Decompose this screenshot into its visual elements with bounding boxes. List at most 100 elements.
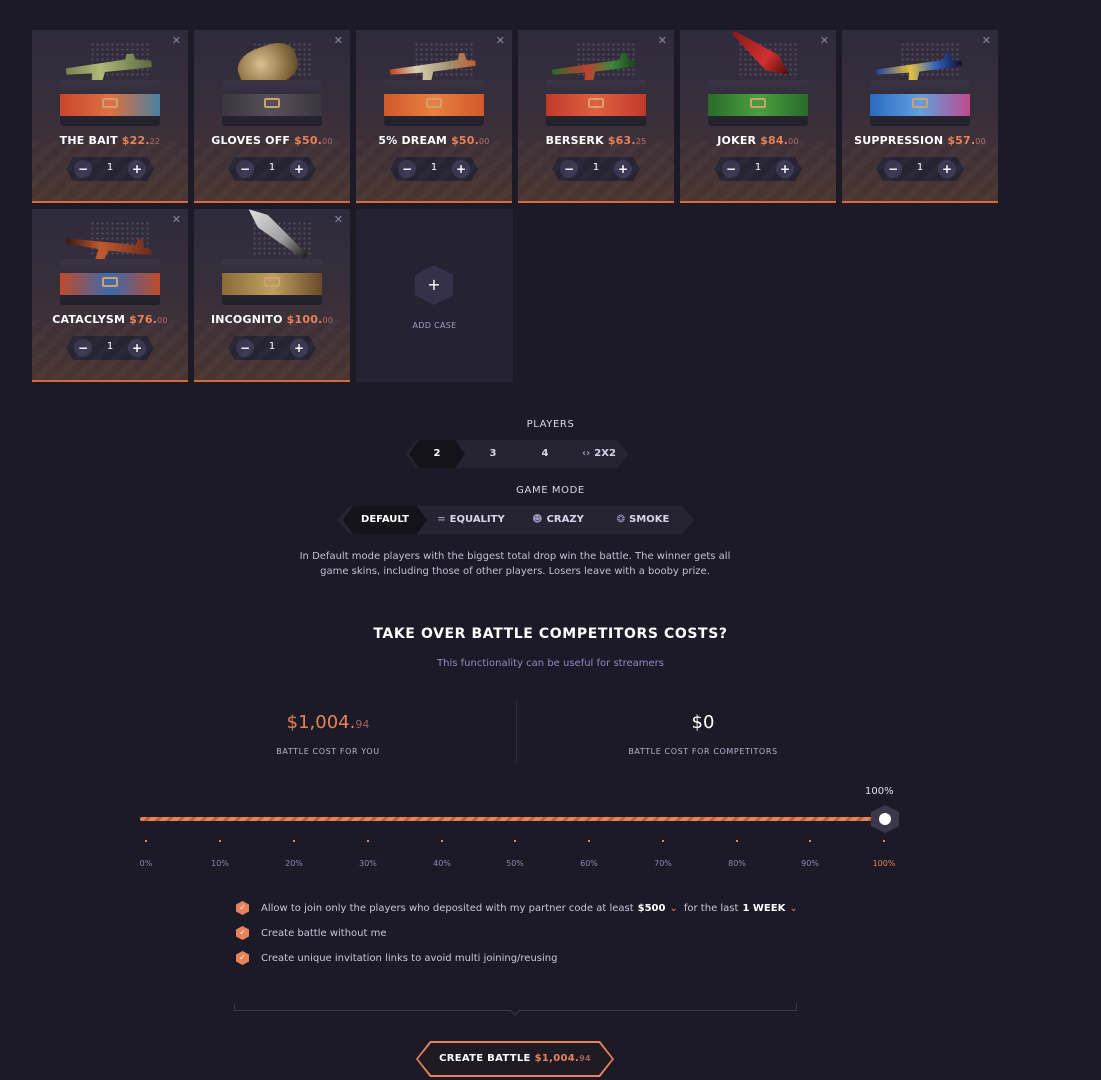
option-without-me: ✓ Create battle without me xyxy=(236,925,387,941)
case-image xyxy=(870,42,970,126)
quantity-stepper: − 1 + xyxy=(228,336,316,360)
remove-case-icon[interactable]: ✕ xyxy=(334,34,343,47)
case-card[interactable]: ✕ GLOVES OFF $50.00 − 1 + xyxy=(194,30,350,203)
remove-case-icon[interactable]: ✕ xyxy=(172,34,181,47)
cost-for-you-amount: $1,004.94 xyxy=(286,712,370,733)
remove-case-icon[interactable]: ✕ xyxy=(496,34,505,47)
chevron-down-icon[interactable]: ⌄ xyxy=(789,903,797,914)
increment-button[interactable]: + xyxy=(290,160,308,178)
case-name: GLOVES OFF xyxy=(211,134,291,147)
quantity-value: 1 xyxy=(430,162,438,173)
case-card[interactable]: ✕ BERSERK $63.25 − 1 + xyxy=(518,30,674,203)
players-option-2[interactable]: 2 xyxy=(409,440,465,468)
case-card[interactable]: ✕ INCOGNITO $100.00 − 1 + xyxy=(194,209,350,382)
decrement-button[interactable]: − xyxy=(74,160,92,178)
mode-description: In Default mode players with the biggest… xyxy=(299,551,731,577)
quantity-stepper: − 1 + xyxy=(552,157,640,181)
slider-track[interactable] xyxy=(140,817,885,821)
case-price: $22.22 xyxy=(121,134,161,147)
case-price: $50.00 xyxy=(294,134,333,147)
slider-tick: 90% xyxy=(790,840,830,870)
quantity-value: 1 xyxy=(592,162,600,173)
case-name: THE BAIT xyxy=(59,134,118,147)
players-label: PLAYERS xyxy=(526,419,575,430)
cost-for-competitors-label: BATTLE COST FOR COMPETITORS xyxy=(628,747,778,756)
remove-case-icon[interactable]: ✕ xyxy=(820,34,829,47)
decrement-button[interactable]: − xyxy=(236,160,254,178)
quantity-value: 1 xyxy=(268,162,276,173)
increment-button[interactable]: + xyxy=(614,160,632,178)
increment-button[interactable]: + xyxy=(128,160,146,178)
add-case-button[interactable]: + ADD CASE xyxy=(356,209,513,382)
chevron-down-icon[interactable]: ⌄ xyxy=(669,903,677,914)
increment-button[interactable]: + xyxy=(290,339,308,357)
case-card[interactable]: ✕ JOKER $84.00 − 1 + xyxy=(680,30,836,203)
quantity-value: 1 xyxy=(754,162,762,173)
increment-button[interactable]: + xyxy=(128,339,146,357)
checkbox-unique-links[interactable]: ✓ xyxy=(236,951,249,965)
case-image xyxy=(546,42,646,126)
slider-tick: 0% xyxy=(126,840,166,870)
case-card[interactable]: ✕ 5% DREAM $50.00 − 1 + xyxy=(356,30,512,203)
checkbox-deposit-restriction[interactable]: ✓ xyxy=(236,901,249,915)
case-card[interactable]: ✕ SUPPRESSION $57.00 − 1 + xyxy=(842,30,998,203)
increment-button[interactable]: + xyxy=(452,160,470,178)
slider-tick: 100% xyxy=(864,840,904,870)
decrement-button[interactable]: − xyxy=(74,339,92,357)
increment-button[interactable]: + xyxy=(938,160,956,178)
code-brackets-icon: ‹› xyxy=(582,448,591,459)
remove-case-icon[interactable]: ✕ xyxy=(658,34,667,47)
remove-case-icon[interactable]: ✕ xyxy=(982,34,991,47)
quantity-value: 1 xyxy=(106,341,114,352)
players-option-3[interactable]: 3 xyxy=(467,440,519,468)
players-selector: 2 3 4 ‹› 2X2 xyxy=(405,440,629,468)
slider-thumb[interactable] xyxy=(871,805,899,833)
case-image xyxy=(222,36,322,126)
create-battle-button[interactable]: CREATE BATTLE $1,004.94 xyxy=(416,1041,614,1077)
takeover-slider: 100% 0% 10% 20% 30% 40% 50% 60% 70% 80% … xyxy=(140,786,899,868)
remove-case-icon[interactable]: ✕ xyxy=(334,213,343,226)
slider-value-label: 100% xyxy=(865,786,894,797)
decrement-button[interactable]: − xyxy=(560,160,578,178)
decrement-button[interactable]: − xyxy=(398,160,416,178)
case-card[interactable]: ✕ THE BAIT $22.22 − 1 + xyxy=(32,30,188,203)
mode-option-crazy[interactable]: ☻ CRAZY xyxy=(519,506,597,534)
cost-for-you-label: BATTLE COST FOR YOU xyxy=(276,747,380,756)
quantity-stepper: − 1 + xyxy=(66,336,154,360)
takeover-title: TAKE OVER BATTLE COMPETITORS COSTS? xyxy=(373,626,728,642)
divider xyxy=(516,700,517,762)
players-option-4[interactable]: 4 xyxy=(519,440,571,468)
remove-case-icon[interactable]: ✕ xyxy=(172,213,181,226)
case-price: $76.00 xyxy=(129,313,168,326)
cost-for-competitors: $0 BATTLE COST FOR COMPETITORS xyxy=(553,712,853,756)
case-image xyxy=(384,42,484,126)
slider-tick: 50% xyxy=(495,840,535,870)
players-option-2x2[interactable]: ‹› 2X2 xyxy=(571,440,627,468)
case-card[interactable]: ✕ CATACLYSM $76.00 − 1 + xyxy=(32,209,188,382)
option-unique-links: ✓ Create unique invitation links to avoi… xyxy=(236,950,557,966)
case-name: 5% DREAM xyxy=(378,134,448,147)
case-name: JOKER xyxy=(717,134,757,147)
checkbox-without-me[interactable]: ✓ xyxy=(236,926,249,940)
mode-option-default[interactable]: DEFAULT xyxy=(343,506,427,534)
decrement-button[interactable]: − xyxy=(884,160,902,178)
cost-for-competitors-amount: $0 xyxy=(691,712,715,733)
case-price: $100.00 xyxy=(286,313,334,326)
quantity-stepper: − 1 + xyxy=(714,157,802,181)
case-price: $63.25 xyxy=(607,134,647,147)
quantity-stepper: − 1 + xyxy=(66,157,154,181)
case-image xyxy=(60,42,160,126)
increment-button[interactable]: + xyxy=(776,160,794,178)
decrement-button[interactable]: − xyxy=(236,339,254,357)
takeover-subtitle: This functionality can be useful for str… xyxy=(437,658,664,669)
mode-option-smoke[interactable]: ❂ SMOKE xyxy=(603,506,683,534)
slider-tick: 20% xyxy=(274,840,314,870)
mode-option-equality[interactable]: = EQUALITY xyxy=(431,506,511,534)
decrement-button[interactable]: − xyxy=(722,160,740,178)
slider-tick: 70% xyxy=(643,840,683,870)
quantity-stepper: − 1 + xyxy=(876,157,964,181)
case-price: $50.00 xyxy=(451,134,490,147)
section-bracket xyxy=(234,1003,797,1011)
case-name: SUPPRESSION xyxy=(854,134,944,147)
add-case-label: ADD CASE xyxy=(412,321,457,330)
